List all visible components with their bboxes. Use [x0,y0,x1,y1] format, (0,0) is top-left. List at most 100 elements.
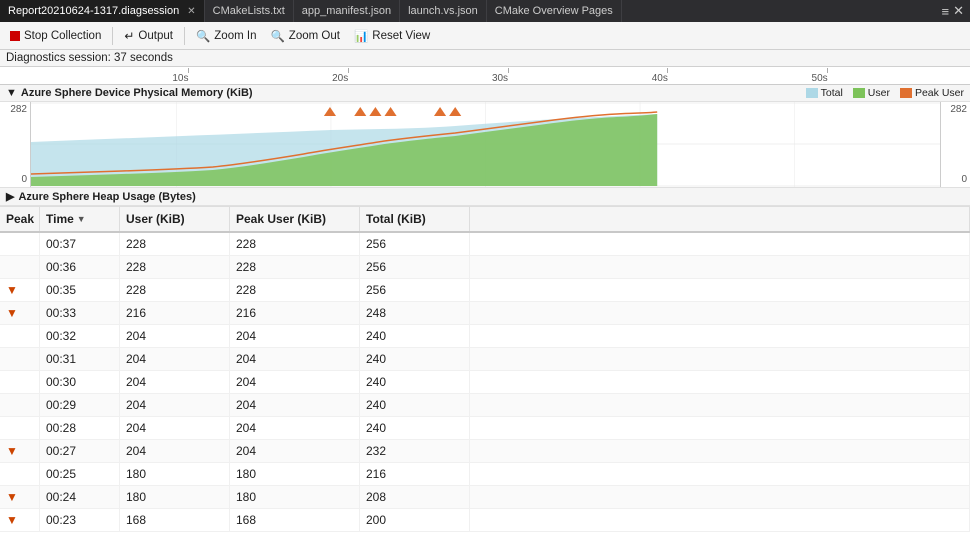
toolbar: Stop Collection ↵ Output 🔍 Zoom In 🔍 Zoo… [0,22,970,50]
table-row[interactable]: ▼ 00:33 216 216 248 [0,302,970,325]
td-time-11: 00:24 [40,486,120,508]
td-peak-user-1: 228 [230,256,360,278]
th-time[interactable]: Time ▼ [40,207,120,231]
tab-cmake[interactable]: CMakeLists.txt [205,0,294,22]
legend-peak-user-color [900,88,912,98]
td-rest-6 [470,371,970,393]
tab-diag[interactable]: Report20210624-1317.diagsession ✕ [0,0,205,22]
chart-svg [31,102,940,187]
td-time-7: 00:29 [40,394,120,416]
td-total-8: 240 [360,417,470,439]
peak-marker-11: ▼ [6,490,18,504]
output-label: Output [138,30,173,42]
th-user[interactable]: User (KiB) [120,207,230,231]
tab-diag-label: Report20210624-1317.diagsession [8,5,179,17]
legend-total-label: Total [821,87,843,99]
td-time-8: 00:28 [40,417,120,439]
td-rest-11 [470,486,970,508]
table-row[interactable]: 00:32 204 204 240 [0,325,970,348]
ruler-label-20s: 20s [332,73,348,84]
ruler-mark-20s: 20s [340,68,356,84]
td-peak-user-5: 204 [230,348,360,370]
legend-total-color [806,88,818,98]
zoom-in-label: Zoom In [214,30,256,42]
table-row[interactable]: 00:36 228 228 256 [0,256,970,279]
td-peak-5 [0,348,40,370]
tab-bar: Report20210624-1317.diagsession ✕ CMakeL… [0,0,970,22]
th-peak: Peak [0,207,40,231]
ruler-mark-40s: 40s [660,68,676,84]
td-user-0: 228 [120,233,230,255]
td-peak-0 [0,233,40,255]
tab-manifest[interactable]: app_manifest.json [294,0,400,22]
td-rest-9 [470,440,970,462]
table-row[interactable]: ▼ 00:35 228 228 256 [0,279,970,302]
table-row[interactable]: 00:31 204 204 240 [0,348,970,371]
td-peak-1 [0,256,40,278]
peak-marker-2: ▼ [6,283,18,297]
th-rest [470,207,970,231]
td-rest-0 [470,233,970,255]
zoom-out-icon: 🔍 [270,29,284,43]
td-total-2: 256 [360,279,470,301]
table-row[interactable]: 00:29 204 204 240 [0,394,970,417]
physical-memory-header[interactable]: ▼ Azure Sphere Device Physical Memory (K… [0,85,970,102]
peak-marker-3: ▼ [6,306,18,320]
ruler-mark-10s: 10s [180,68,196,84]
td-time-10: 00:25 [40,463,120,485]
table-row[interactable]: 00:30 204 204 240 [0,371,970,394]
heap-usage-title: Azure Sphere Heap Usage (Bytes) [18,191,195,203]
th-total[interactable]: Total (KiB) [360,207,470,231]
td-time-4: 00:32 [40,325,120,347]
session-info: Diagnostics session: 37 seconds [0,50,970,67]
heap-usage-header[interactable]: ▶ Azure Sphere Heap Usage (Bytes) [0,187,970,206]
zoom-in-icon: 🔍 [196,29,210,43]
td-peak-8 [0,417,40,439]
tab-list-icon[interactable]: ≡ [942,4,950,19]
td-peak-7 [0,394,40,416]
table-row[interactable]: 00:37 228 228 256 [0,233,970,256]
y-max: 282 [10,104,27,115]
table-row[interactable]: ▼ 00:24 180 180 208 [0,486,970,509]
th-time-label: Time [46,212,74,226]
td-peak-4 [0,325,40,347]
table-section: Peak Time ▼ User (KiB) Peak User (KiB) T… [0,207,970,532]
td-rest-4 [470,325,970,347]
table-body[interactable]: 00:37 228 228 256 00:36 228 228 256 ▼ 00… [0,233,970,532]
table-row[interactable]: 00:25 180 180 216 [0,463,970,486]
td-peak-3: ▼ [0,302,40,324]
ruler-label-10s: 10s [172,73,188,84]
td-user-11: 180 [120,486,230,508]
toolbar-separator-1 [112,27,113,45]
toolbar-separator-2 [184,27,185,45]
tab-close-icon[interactable]: ✕ [187,6,195,17]
td-peak-user-4: 204 [230,325,360,347]
tab-launch[interactable]: launch.vs.json [400,0,487,22]
tab-close-all-icon[interactable]: ✕ [953,3,964,19]
td-user-12: 168 [120,509,230,531]
output-button[interactable]: ↵ Output [118,27,179,45]
zoom-in-button[interactable]: 🔍 Zoom In [190,27,263,45]
reset-view-button[interactable]: 📊 Reset View [348,27,436,45]
th-peak-user-label: Peak User (KiB) [236,212,326,226]
td-user-10: 180 [120,463,230,485]
sort-arrow-icon: ▼ [77,214,86,224]
td-time-9: 00:27 [40,440,120,462]
td-user-4: 204 [120,325,230,347]
td-user-6: 204 [120,371,230,393]
zoom-out-button[interactable]: 🔍 Zoom Out [264,27,345,45]
td-peak-user-12: 168 [230,509,360,531]
td-rest-1 [470,256,970,278]
table-row[interactable]: ▼ 00:23 168 168 200 [0,509,970,532]
th-peak-user[interactable]: Peak User (KiB) [230,207,360,231]
chart-section: 10s 20s 30s 40s 50s ▼ Azure Sphere Devic… [0,67,970,207]
td-user-5: 204 [120,348,230,370]
table-row[interactable]: 00:28 204 204 240 [0,417,970,440]
y-axis-left: 282 0 [0,102,30,187]
tab-overview[interactable]: CMake Overview Pages [487,0,622,22]
output-icon: ↵ [124,29,134,43]
ruler-label-40s: 40s [652,73,668,84]
stop-collection-button[interactable]: Stop Collection [4,28,107,44]
table-row[interactable]: ▼ 00:27 204 204 232 [0,440,970,463]
td-total-6: 240 [360,371,470,393]
